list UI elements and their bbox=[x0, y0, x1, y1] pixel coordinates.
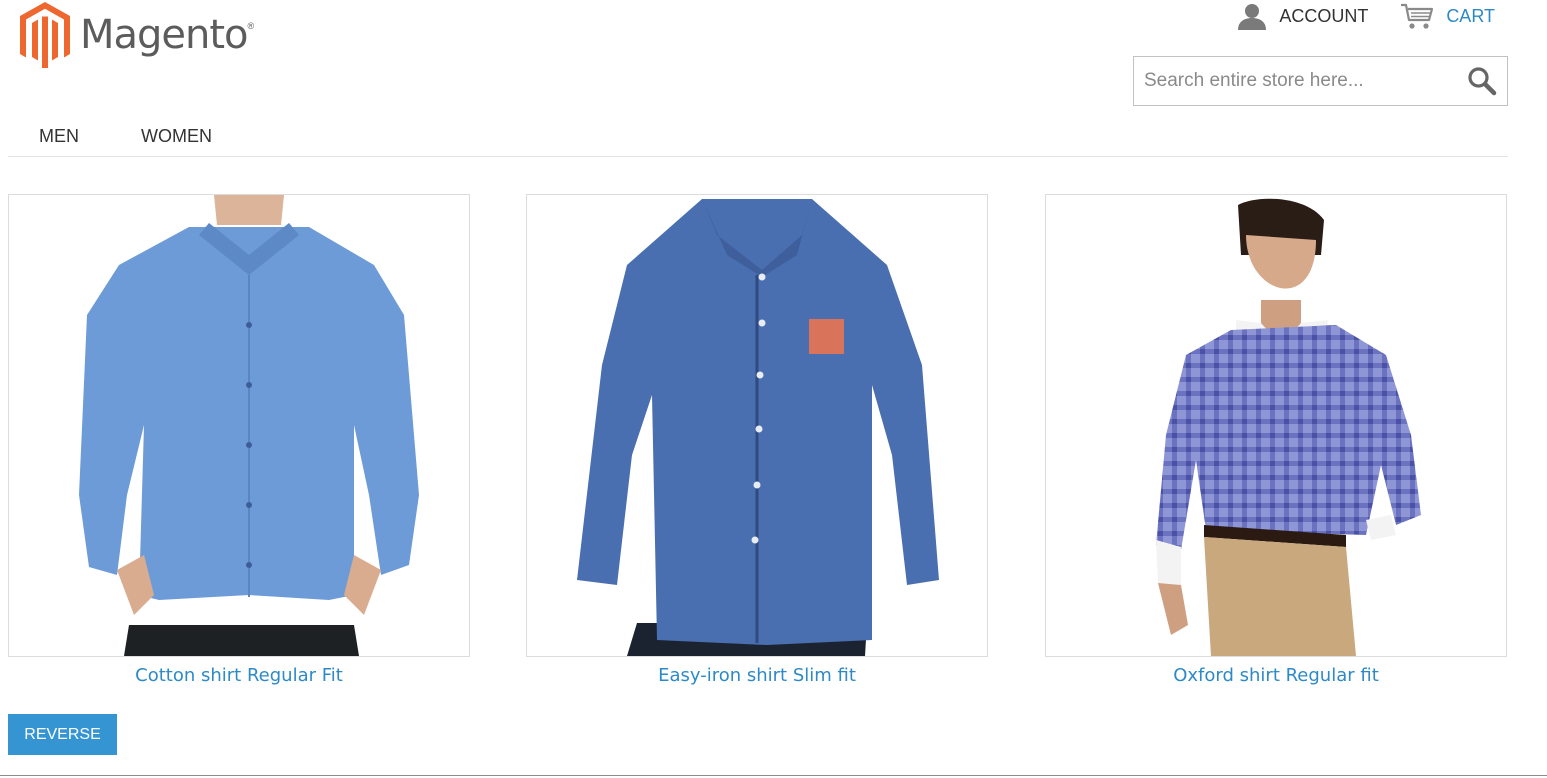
user-icon bbox=[1238, 4, 1267, 30]
product-card: Cotton shirt Regular Fit bbox=[8, 194, 470, 686]
nav-item-women[interactable]: WOMEN bbox=[141, 122, 212, 156]
nav-item-men[interactable]: MEN bbox=[39, 122, 79, 156]
reverse-button[interactable]: REVERSE bbox=[8, 714, 117, 755]
logo-wordmark: Magento bbox=[80, 12, 249, 58]
product-card: Easy-iron shirt Slim fit bbox=[526, 194, 988, 686]
account-label: ACCOUNT bbox=[1279, 5, 1369, 26]
account-link[interactable]: ACCOUNT bbox=[1237, 2, 1368, 30]
search-input[interactable] bbox=[1134, 57, 1454, 105]
header-links: ACCOUNT CART bbox=[1237, 2, 1495, 30]
magento-logo[interactable]: Magento ® bbox=[20, 2, 254, 68]
cart-icon bbox=[1401, 3, 1434, 29]
product-name-link[interactable]: Easy-iron shirt Slim fit bbox=[526, 665, 988, 686]
search-box bbox=[1133, 56, 1508, 106]
shirt-photo bbox=[79, 195, 419, 656]
main-navigation: MEN WOMEN bbox=[8, 122, 1508, 157]
bottom-divider bbox=[0, 775, 1547, 776]
magento-logo-icon bbox=[20, 2, 70, 68]
product-image[interactable] bbox=[526, 194, 988, 657]
shirt-photo bbox=[577, 199, 939, 656]
product-card: Oxford shirt Regular fit bbox=[1045, 194, 1507, 686]
product-name-link[interactable]: Cotton shirt Regular Fit bbox=[8, 665, 470, 686]
product-image[interactable] bbox=[1045, 194, 1507, 657]
cart-label: CART bbox=[1446, 5, 1495, 26]
model-photo bbox=[1156, 198, 1421, 656]
product-grid: Cotton shirt Regular Fit Easy-iron shirt… bbox=[8, 194, 1508, 694]
product-image[interactable] bbox=[8, 194, 470, 657]
search-icon[interactable] bbox=[1467, 66, 1497, 96]
logo-registered-mark: ® bbox=[247, 21, 255, 31]
product-name-link[interactable]: Oxford shirt Regular fit bbox=[1045, 665, 1507, 686]
cart-link[interactable]: CART bbox=[1400, 2, 1495, 30]
site-header: Magento® ACCOUNT CART M bbox=[0, 0, 1547, 160]
